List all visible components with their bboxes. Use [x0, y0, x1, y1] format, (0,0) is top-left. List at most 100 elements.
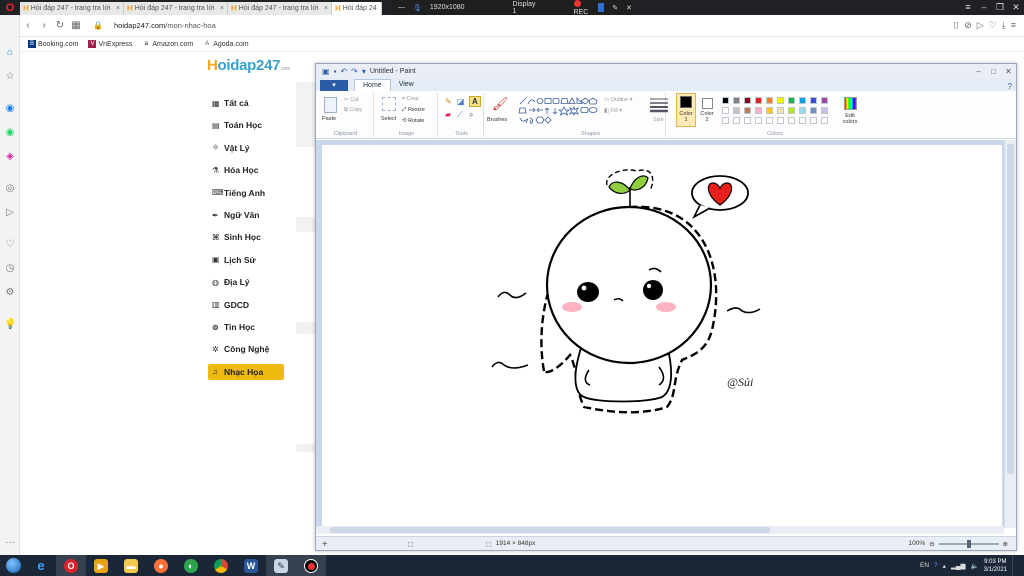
instagram-icon[interactable]: ◈	[4, 151, 16, 163]
send-icon[interactable]: ▷	[4, 207, 16, 219]
pencil-tool-icon[interactable]: ✎	[445, 97, 452, 106]
nav-item[interactable]: ⌨ Tiếng Anh	[208, 185, 284, 201]
palette-swatch-empty[interactable]	[777, 117, 784, 124]
whatsapp-icon[interactable]: ◉	[4, 127, 16, 139]
bookmark-item[interactable]: V VnExpress	[88, 40, 132, 48]
text-tool-icon[interactable]: A	[469, 96, 481, 107]
pencil-icon[interactable]: ✎	[612, 4, 618, 12]
taskbar-firefox[interactable]: ●	[146, 555, 176, 576]
nav-item[interactable]: ♫ Nhạc Họa	[208, 363, 284, 380]
home-icon[interactable]: ⌂	[4, 47, 16, 59]
recorder-display[interactable]: Display 1	[513, 1, 536, 15]
palette-swatch[interactable]	[810, 107, 817, 114]
zoom-slider-handle[interactable]	[966, 539, 971, 548]
palette-swatch-empty[interactable]	[821, 117, 828, 124]
player-icon[interactable]: ◎	[4, 183, 16, 195]
zoom-out-button[interactable]: ⊖	[929, 540, 934, 548]
save-icon[interactable]: ▪	[334, 67, 337, 76]
download-icon[interactable]: ⤓	[1002, 20, 1006, 31]
outline-button[interactable]: ▭ Outline ▾	[604, 97, 632, 103]
taskbar-explorer[interactable]: ▬	[116, 555, 146, 576]
file-menu-button[interactable]: ▾	[320, 80, 348, 91]
paste-icon[interactable]	[324, 97, 337, 113]
clock[interactable]: 9:03 PM 3/1/2021	[984, 558, 1007, 574]
stop-square-icon[interactable]	[598, 3, 605, 12]
close-tab-icon[interactable]: ×	[324, 5, 328, 12]
horizontal-scrollbar[interactable]	[316, 526, 1004, 534]
fill-button[interactable]: ◧ Fill ▾	[604, 108, 622, 114]
help-icon[interactable]: ?	[1008, 82, 1012, 91]
browser-tab[interactable]: H Hỏi đáp 247 - trang tra lời ×	[228, 2, 332, 15]
help-icon[interactable]: ?	[934, 562, 938, 569]
restore-icon[interactable]: ❐	[992, 0, 1008, 15]
palette-swatch[interactable]	[821, 107, 828, 114]
select-icon[interactable]	[382, 97, 396, 111]
reload-icon[interactable]: ↻	[52, 20, 68, 31]
star-icon[interactable]: ☆	[4, 71, 16, 83]
tray-expand-icon[interactable]: ▴	[943, 562, 946, 570]
palette-swatch-empty[interactable]	[799, 117, 806, 124]
network-icon[interactable]: ▂▄▆	[951, 562, 966, 570]
nav-item[interactable]: ⌘ Sinh Học	[208, 229, 284, 245]
palette-swatch[interactable]	[766, 97, 773, 104]
tab-view[interactable]: View	[391, 79, 422, 91]
taskbar-chrome[interactable]	[206, 555, 236, 576]
taskbar-app-green[interactable]: ◐	[176, 555, 206, 576]
taskbar-opera[interactable]: O	[56, 555, 86, 576]
minus-icon[interactable]: —	[398, 4, 405, 11]
minimize-icon[interactable]: –	[976, 0, 992, 15]
vertical-scrollbar[interactable]	[1004, 140, 1016, 528]
menu-icon[interactable]: ≡	[960, 0, 976, 15]
heart-icon[interactable]: ♡	[989, 20, 997, 31]
size-lines-icon[interactable]	[650, 97, 668, 113]
palette-swatch[interactable]	[821, 97, 828, 104]
show-desktop-button[interactable]	[1012, 555, 1018, 576]
palette-swatch[interactable]	[733, 97, 740, 104]
shield-icon[interactable]: ⊘	[964, 20, 972, 31]
undo-icon[interactable]: ↶	[340, 67, 347, 76]
edit-colors-button[interactable]: Edit colors	[841, 113, 859, 125]
more-icon[interactable]: …	[4, 535, 16, 547]
nav-item[interactable]: ⊜ Tin Học	[208, 319, 284, 335]
resize-button[interactable]: ⤢ Resize	[402, 107, 425, 114]
heart-icon[interactable]: ♡	[4, 239, 16, 251]
select-button[interactable]: Select	[381, 116, 396, 122]
palette-swatch-empty[interactable]	[722, 117, 729, 124]
vertical-scroll-thumb[interactable]	[1007, 144, 1014, 474]
palette-swatch[interactable]	[799, 97, 806, 104]
close-tab-icon[interactable]: ×	[220, 5, 224, 12]
start-button[interactable]	[0, 555, 26, 576]
palette-swatch[interactable]	[766, 107, 773, 114]
browser-tab[interactable]: H Hỏi đáp 247 - trang tra lời ×	[124, 2, 228, 15]
palette-swatch[interactable]	[777, 107, 784, 114]
close-icon[interactable]: ✕	[1001, 67, 1016, 76]
nav-item[interactable]: ⚛ Vật Lý	[208, 140, 284, 156]
nav-item[interactable]: ▣ Lịch Sử	[208, 252, 284, 268]
volume-icon[interactable]: 🔈	[971, 562, 979, 570]
nav-item[interactable]: ⚗ Hóa Học	[208, 162, 284, 178]
paste-button[interactable]: Paste	[322, 116, 336, 122]
browser-tab[interactable]: H Hỏi đáp 247 - trang tra lời ×	[20, 2, 124, 15]
tabs-grid-icon[interactable]: ▦	[68, 20, 84, 31]
close-icon[interactable]: ✕	[1008, 0, 1024, 15]
minimize-icon[interactable]: –	[971, 67, 986, 76]
taskbar-word[interactable]: W	[236, 555, 266, 576]
browser-tab-active[interactable]: H Hỏi đáp 24	[332, 2, 382, 15]
forward-icon[interactable]: ›	[36, 20, 52, 31]
palette-swatch-empty[interactable]	[766, 117, 773, 124]
palette-swatch[interactable]	[733, 107, 740, 114]
customize-qat-icon[interactable]: ▾	[362, 67, 366, 76]
palette-swatch-empty[interactable]	[755, 117, 762, 124]
nav-item[interactable]: ▥ GDCD	[208, 297, 284, 313]
color2-label[interactable]: Color 2	[700, 111, 714, 123]
nav-item[interactable]: ▤ Toán Học	[208, 117, 284, 133]
lightbulb-icon[interactable]: 💡	[4, 319, 16, 331]
language-indicator[interactable]: EN	[920, 562, 929, 569]
palette-swatch-empty[interactable]	[788, 117, 795, 124]
nav-item[interactable]: ◍ Địa Lý	[208, 274, 284, 290]
rec-button[interactable]: REC	[573, 0, 591, 16]
palette-swatch[interactable]	[744, 107, 751, 114]
close-recorder-icon[interactable]: ✕	[626, 4, 632, 12]
copy-button[interactable]: ⧉ Copy	[344, 107, 362, 114]
horizontal-scroll-thumb[interactable]	[330, 527, 770, 533]
